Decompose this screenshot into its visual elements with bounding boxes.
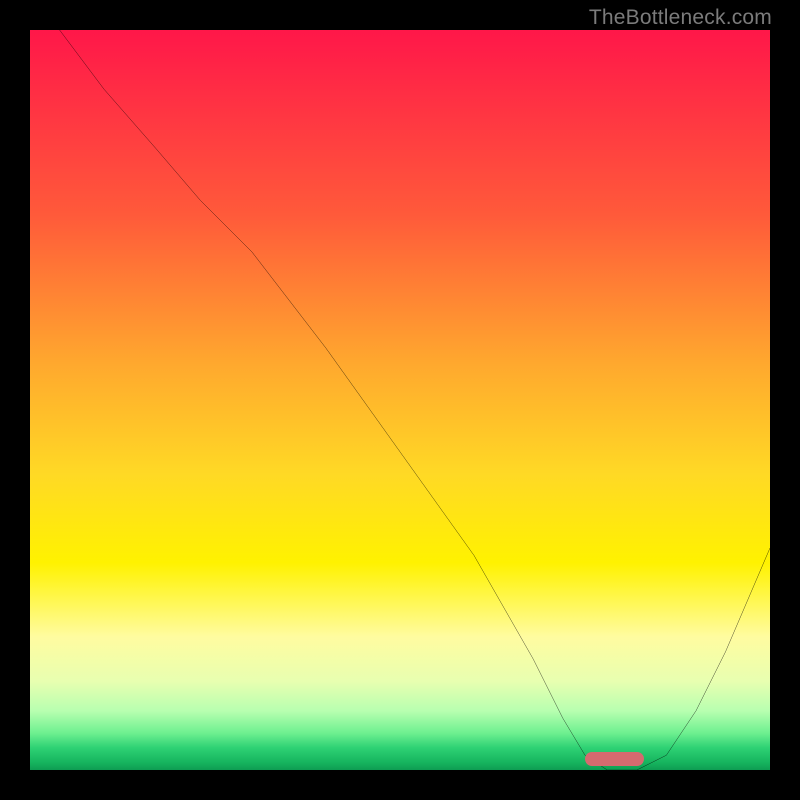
chart-background-gradient: [30, 30, 770, 770]
watermark-text: TheBottleneck.com: [589, 6, 772, 30]
chart-plot-area: [30, 30, 770, 770]
optimal-range-marker: [585, 752, 644, 766]
